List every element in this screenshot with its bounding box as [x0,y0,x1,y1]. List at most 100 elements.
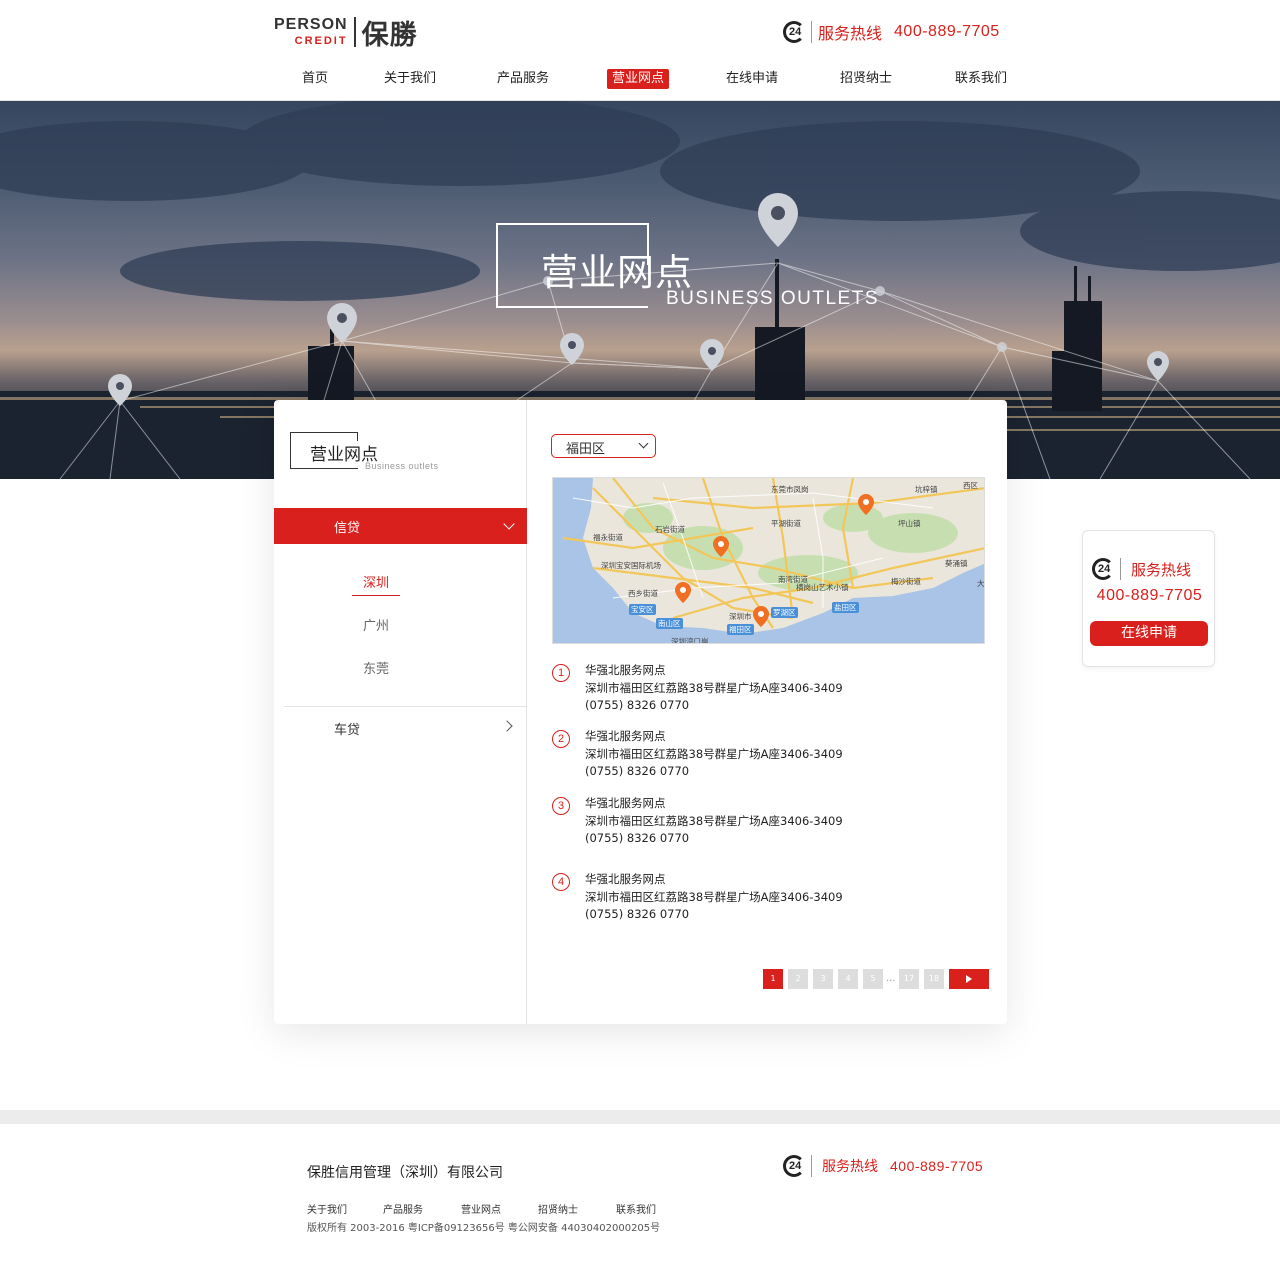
logo-en-line2: CREDIT [294,35,348,47]
copyright: 版权所有 2003-2016 粤ICP备09123656号 粤公网安备 4403… [307,1223,661,1234]
phone-24-icon: 24 [783,1155,805,1177]
outlet-address: 深圳市福田区红荔路38号群星广场A座3406-3409 [585,747,843,761]
page-button-2[interactable]: 2 [788,969,808,989]
page-button-5[interactable]: 5 [863,969,883,989]
map-district-tag: 盐田区 [832,602,859,613]
sidebar-item-car-loan[interactable]: 车贷 [274,716,527,740]
outlet-item[interactable]: 1 华强北服务网点 深圳市福田区红荔路38号群星广场A座3406-3409 (0… [552,662,992,718]
outlet-address: 深圳市福田区红荔路38号群星广场A座3406-3409 [585,814,843,828]
map-label: 西乡街道 [628,589,658,598]
nav-apply[interactable]: 在线申请 [721,69,783,89]
map-label: 石岩街道 [655,525,685,534]
map-district-tag: 南山区 [656,618,683,629]
hotline-label: 服务热线 [1131,560,1192,579]
outlet-number-badge: 1 [552,664,570,682]
map-label: 深圳宝安国际机场 [601,561,661,570]
outlet-number-badge: 3 [552,797,570,815]
sidebar-divider [284,706,527,707]
nav-about[interactable]: 关于我们 [379,69,441,89]
map-label: 福永街道 [593,533,623,542]
outlet-number-badge: 2 [552,730,570,748]
outlet-phone: (0755) 8326 0770 [585,831,690,845]
outlet-name: 华强北服务网点 [585,796,666,810]
map-label: 坪山镇 [898,519,921,528]
banner-subtitle: BUSINESS OUTLETS [666,288,879,309]
footer-divider-band [0,1110,1280,1124]
map-label: 大 [977,579,985,588]
footer-hotline: 24 服务热线 400-889-7705 [783,1155,983,1177]
sidebar-item-label: 车贷 [334,723,361,738]
footer-link-products[interactable]: 产品服务 [383,1201,423,1216]
hotline-number: 400-889-7705 [890,1158,984,1174]
outlet-phone: (0755) 8326 0770 [585,907,690,921]
page-button-1[interactable]: 1 [763,969,783,989]
floating-hotline-panel: 24 服务热线 400-889-7705 在线申请 [1082,530,1215,667]
site-footer: 保胜信用管理（深圳）有限公司 24 服务热线 400-889-7705 关于我们… [0,1124,1280,1279]
district-select[interactable]: 福田区 [551,434,656,458]
outlets-map[interactable]: 东莞市凤岗 坑梓镇 西区 石岩街道 平湖街道 坪山镇 福永街道 葵涌镇 深圳宝安… [552,477,985,644]
sidebar-subtitle: Business outlets [365,461,439,471]
header-hotline: 24 服务热线 400-889-7705 [783,20,1000,44]
map-district-tag: 福田区 [727,624,754,635]
outlet-item[interactable]: 2 华强北服务网点 深圳市福田区红荔路38号群星广场A座3406-3409 (0… [552,728,992,784]
sidebar-item-label: 信贷 [334,521,361,536]
page-button-17[interactable]: 17 [899,969,919,989]
map-district-tag: 罗湖区 [771,607,798,618]
hotline-label: 服务热线 [822,1159,878,1175]
footer-link-about[interactable]: 关于我们 [307,1201,347,1216]
outlets-card: 营业网点 Business outlets 信贷 深圳 广州 东莞 车贷 福田区 [274,400,1007,1024]
site-header: PERSON CREDIT 保勝 24 服务热线 400-889-7705 首页… [0,0,1280,101]
map-label: 东莞市凤岗 [771,485,809,494]
nav-outlets[interactable]: 营业网点 [607,69,670,89]
next-page-button[interactable] [949,969,989,989]
page-button-4[interactable]: 4 [838,969,858,989]
logo-divider [353,17,356,47]
hotline-number: 400-889-7705 [894,23,1000,40]
district-select-value: 福田区 [566,442,606,457]
main-nav: 首页 关于我们 产品服务 营业网点 在线申请 招贤纳士 联系我们 [0,69,1280,91]
page-button-3[interactable]: 3 [813,969,833,989]
hotline-label: 服务热线 [818,24,883,43]
nav-careers[interactable]: 招贤纳士 [835,69,897,89]
outlet-phone: (0755) 8326 0770 [585,764,690,778]
map-label: 深圳市 [729,612,752,621]
outlet-item[interactable]: 4 华强北服务网点 深圳市福田区红荔路38号群星广场A座3406-3409 (0… [552,871,992,927]
map-label: 坑梓镇 [915,485,938,494]
company-name: 保胜信用管理（深圳）有限公司 [307,1165,503,1181]
outlet-name: 华强北服务网点 [585,663,666,677]
sidebar-subitem-dongguan[interactable]: 东莞 [352,658,400,677]
hotline-number: 400-889-7705 [1096,587,1203,604]
outlet-name: 华强北服务网点 [585,729,666,743]
page-button-18[interactable]: 18 [924,969,944,989]
apply-online-button[interactable]: 在线申请 [1090,621,1208,646]
chevron-down-icon [503,518,515,530]
map-label: 葵涌镇 [945,559,968,568]
map-label: 西区 [963,481,978,490]
nav-products[interactable]: 产品服务 [492,69,554,89]
map-district-tag: 宝安区 [629,604,656,615]
chevron-down-icon [638,438,649,449]
map-label: 横岗山艺术小镇 [796,583,849,592]
chevron-right-icon [501,720,513,732]
outlet-phone: (0755) 8326 0770 [585,698,690,712]
outlet-address: 深圳市福田区红荔路38号群星广场A座3406-3409 [585,890,843,904]
outlet-item[interactable]: 3 华强北服务网点 深圳市福田区红荔路38号群星广场A座3406-3409 (0… [552,795,992,851]
logo[interactable]: PERSON CREDIT 保勝 [274,14,418,51]
logo-cn: 保勝 [361,19,418,51]
phone-24-icon: 24 [1092,558,1114,580]
sidebar-item-credit-loan[interactable]: 信贷 [274,508,527,544]
sidebar: 营业网点 Business outlets 信贷 深圳 广州 东莞 车贷 [274,400,527,1024]
sidebar-subitem-guangzhou[interactable]: 广州 [352,615,400,634]
map-label: 梅沙街道 [891,577,921,586]
nav-home[interactable]: 首页 [297,69,333,89]
footer-link-outlets[interactable]: 营业网点 [461,1201,501,1216]
footer-link-contact[interactable]: 联系我们 [616,1201,656,1216]
map-label: 深圳湾口岸 [671,637,709,644]
sidebar-subitem-shenzhen[interactable]: 深圳 [352,572,400,596]
nav-contact[interactable]: 联系我们 [950,69,1012,89]
outlet-number-badge: 4 [552,873,570,891]
logo-en-line1: PERSON [274,16,348,33]
outlet-name: 华强北服务网点 [585,872,666,886]
outlet-address: 深圳市福田区红荔路38号群星广场A座3406-3409 [585,681,843,695]
footer-link-careers[interactable]: 招贤纳士 [538,1201,578,1216]
